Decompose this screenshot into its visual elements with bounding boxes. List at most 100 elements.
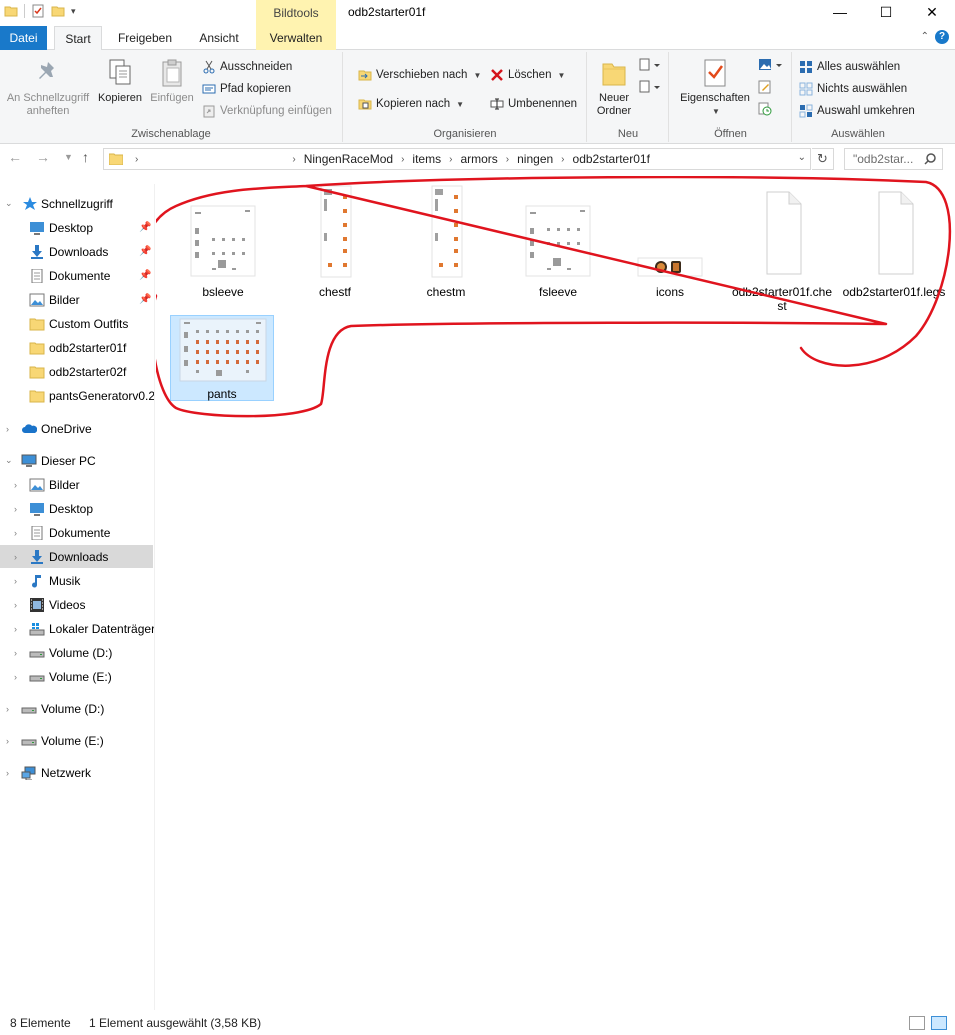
minimize-button[interactable]: — [817,0,863,24]
file-item[interactable]: odb2starter01f.chest [730,191,834,313]
tab-file[interactable]: Datei [0,26,47,50]
forward-arrow-icon[interactable]: → [36,149,50,165]
search-input[interactable]: "odb2star... [844,148,943,170]
tab-share[interactable]: Freigeben [108,26,182,50]
breadcrumb-ningen[interactable]: ningen [517,152,553,166]
nav-network[interactable]: › Netzwerk [0,761,153,784]
file-item-selected[interactable]: pants [170,315,274,401]
breadcrumb-separator-icon[interactable]: › [292,154,295,165]
nav-quick-pantsgenerator[interactable]: pantsGeneratorv0.2 [0,384,154,407]
breadcrumb-items[interactable]: items [412,152,441,166]
expanded-chevron-icon[interactable]: ⌄ [5,198,13,209]
file-item[interactable]: odb2starter01f.legs [842,191,946,299]
collapsed-chevron-icon[interactable]: › [14,552,17,562]
collapsed-chevron-icon[interactable]: › [6,768,9,778]
history-icon[interactable] [758,102,772,116]
nav-onedrive[interactable]: › OneDrive [0,417,153,440]
file-item[interactable]: chestm [394,185,498,299]
collapsed-chevron-icon[interactable]: › [6,704,9,714]
pin-icon[interactable]: 📌 [139,270,151,281]
pin-quick-access-button[interactable]: An Schnellzugriff anheften [2,58,94,118]
nav-quick-downloads[interactable]: Downloads 📌 [0,240,153,263]
breadcrumb-separator-icon[interactable]: › [449,154,452,165]
paste-button[interactable]: Einfügen [146,58,198,105]
nav-pc-volume-d[interactable]: › Volume (D:) [0,641,153,664]
copy-button[interactable]: Kopieren [94,58,146,105]
move-to-button[interactable]: Verschieben nach ▼ [358,66,481,84]
file-item[interactable]: fsleeve [506,200,610,299]
copy-path-button[interactable]: Pfad kopieren [202,80,291,98]
collapsed-chevron-icon[interactable]: › [14,504,17,514]
recent-locations-icon[interactable]: ▼ [64,152,73,162]
collapsed-chevron-icon[interactable]: › [6,736,9,746]
edit-icon[interactable] [758,80,772,94]
breadcrumb-armors[interactable]: armors [460,152,497,166]
collapsed-chevron-icon[interactable]: › [6,424,9,434]
new-item-icon[interactable] [638,58,662,72]
collapsed-chevron-icon[interactable]: › [14,600,17,610]
properties-icon[interactable] [31,4,45,18]
breadcrumb-separator-icon[interactable]: › [401,154,404,165]
pin-icon[interactable]: 📌 [139,246,151,257]
collapsed-chevron-icon[interactable]: › [14,672,17,682]
easy-access-icon[interactable] [638,80,662,94]
search-icon[interactable] [924,153,936,165]
back-arrow-icon[interactable]: ← [8,149,22,165]
breadcrumb-odb2starter01f[interactable]: odb2starter01f [573,152,650,166]
delete-button[interactable]: Löschen ▼ [490,66,565,84]
tab-manage[interactable]: Verwalten [256,26,336,50]
help-icon[interactable]: ? [935,30,949,44]
invert-selection-button[interactable]: Auswahl umkehren [799,102,915,120]
new-folder-icon[interactable] [51,4,65,18]
breadcrumb-separator-icon[interactable]: › [506,154,509,165]
collapsed-chevron-icon[interactable]: › [14,624,17,634]
collapsed-chevron-icon[interactable]: › [14,648,17,658]
breadcrumb-ningenracemod[interactable]: NingenRaceMod [304,152,393,166]
file-item[interactable]: icons [618,200,722,299]
collapsed-chevron-icon[interactable]: › [14,576,17,586]
up-arrow-icon[interactable]: ↑ [82,149,89,165]
nav-this-pc[interactable]: ⌄ Dieser PC [0,449,153,472]
nav-quick-odb2starter01f[interactable]: odb2starter01f [0,336,153,359]
nav-pc-pictures[interactable]: › Bilder [0,473,153,496]
paste-shortcut-button[interactable]: Verknüpfung einfügen [202,102,332,120]
properties-button[interactable]: Eigenschaften ▼ [674,58,756,118]
new-folder-button[interactable]: Neuer Ordner [592,58,636,118]
tab-view[interactable]: Ansicht [188,26,250,50]
file-item[interactable]: chestf [283,185,387,299]
nav-pc-documents[interactable]: › Dokumente [0,521,153,544]
nav-quick-odb2starter02f[interactable]: odb2starter02f [0,360,153,383]
address-bar[interactable]: › › NingenRaceMod › items › armors › nin… [103,148,811,170]
refresh-icon[interactable]: ↻ [812,148,834,170]
nav-volume-e[interactable]: › Volume (E:) [0,729,153,752]
nav-pc-videos[interactable]: › Videos [0,593,153,616]
nav-quick-custom-outfits[interactable]: Custom Outfits [0,312,153,335]
pin-icon[interactable]: 📌 [139,222,151,233]
breadcrumb-separator-icon[interactable]: › [561,154,564,165]
pin-icon[interactable]: 📌 [139,294,151,305]
customize-toolbar-icon[interactable]: ▾ [71,6,76,17]
open-image-icon[interactable] [758,58,784,72]
nav-quick-access[interactable]: ⌄ Schnellzugriff [0,192,153,215]
maximize-button[interactable]: ☐ [863,0,909,24]
copy-to-button[interactable]: Kopieren nach ▼ [358,95,464,113]
collapsed-chevron-icon[interactable]: › [14,528,17,538]
cut-button[interactable]: Ausschneiden [202,58,292,76]
nav-pc-music[interactable]: › Musik [0,569,153,592]
breadcrumb-separator-icon[interactable]: › [135,154,138,165]
nav-quick-documents[interactable]: Dokumente 📌 [0,264,153,287]
file-item[interactable]: bsleeve [171,200,275,299]
expanded-chevron-icon[interactable]: ⌄ [5,455,13,466]
nav-pc-desktop[interactable]: › Desktop [0,497,153,520]
select-all-button[interactable]: Alles auswählen [799,58,900,76]
collapse-ribbon-icon[interactable]: ⌃ [921,31,929,42]
rename-button[interactable]: Umbenennen [490,95,577,113]
nav-pc-downloads[interactable]: › Downloads [0,545,153,568]
large-icons-view-icon[interactable] [931,1016,947,1030]
nav-pc-local-disk[interactable]: › Lokaler Datenträger [0,617,154,640]
close-button[interactable]: ✕ [909,0,955,24]
tab-start[interactable]: Start [54,26,102,51]
nav-quick-pictures[interactable]: Bilder 📌 [0,288,153,311]
nav-volume-d[interactable]: › Volume (D:) [0,697,153,720]
address-dropdown-icon[interactable]: ⌄ [798,152,806,163]
